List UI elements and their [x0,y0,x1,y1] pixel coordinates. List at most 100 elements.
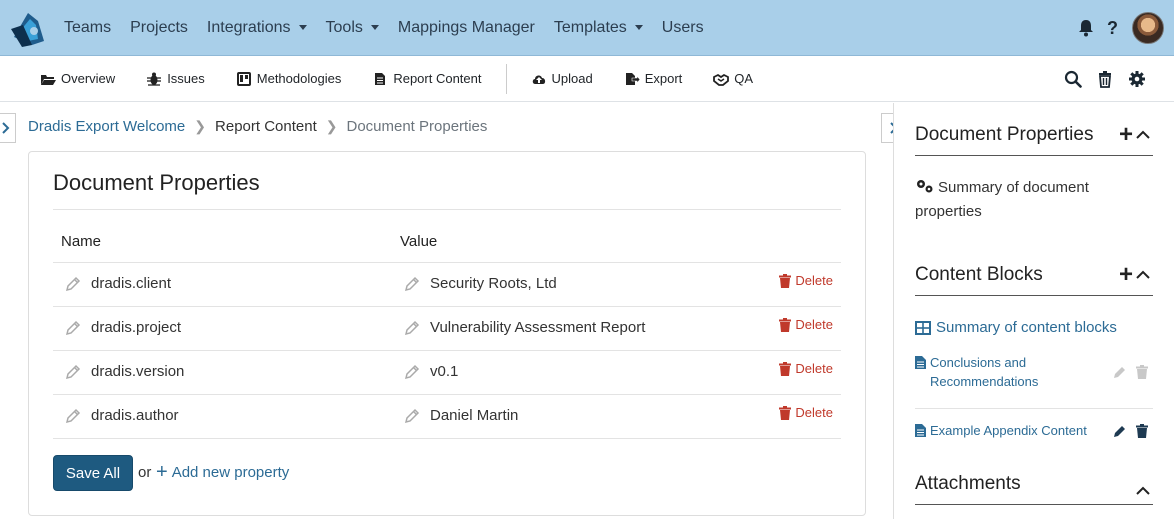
content-block-item: Conclusions and Recommendations [915,353,1153,391]
toolbar-item-label: Export [644,71,683,86]
breadcrumb-separator-icon: ❯ [325,118,338,134]
search-icon[interactable] [1064,70,1082,88]
nav-item-label: Integrations [206,18,291,36]
toolbar-item-label: Overview [61,71,116,86]
nav-item-mappings-manager[interactable]: Mappings Manager [398,19,535,37]
property-value: v0.1 [430,363,459,380]
property-value: Daniel Martin [430,407,519,424]
plus-icon: + [156,461,168,483]
folder-open-icon [41,74,56,85]
nav-item-integrations[interactable]: Integrations [207,19,307,37]
delete-property-button[interactable]: Delete [779,405,833,420]
property-name-cell[interactable]: dradis.author [65,407,179,424]
nav-item-teams[interactable]: Teams [64,19,111,37]
avatar[interactable] [1132,12,1164,44]
sidebar-doc-props-title: Document Properties [915,124,1094,145]
pencil-icon[interactable] [404,408,420,424]
toolbar-overview-link[interactable]: Overview [40,71,115,86]
add-property-link[interactable]: + Add new property [156,462,289,482]
table-row: dradis.author Daniel Martin Delete [53,394,841,438]
nav-item-templates[interactable]: Templates [554,19,643,37]
toolbar-methodologies-link[interactable]: Methodologies [236,71,341,86]
property-value-cell[interactable]: Vulnerability Assessment Report [404,319,645,336]
content-block-link[interactable]: Conclusions and Recommendations [915,353,1065,391]
bell-icon[interactable] [1077,19,1095,37]
property-value: Security Roots, Ltd [430,275,557,292]
pencil-icon[interactable] [65,364,81,380]
column-header-name: Name [61,233,102,250]
breadcrumb-root-link[interactable]: Dradis Export Welcome [28,118,185,135]
toolbar-report-content-link[interactable]: Report Content [372,71,482,86]
right-sidebar: Document Properties + Summary of documen… [893,103,1174,519]
nav-item-users[interactable]: Users [662,19,704,37]
pencil-icon[interactable] [65,320,81,336]
property-value-cell[interactable]: v0.1 [404,363,458,380]
pencil-icon[interactable] [404,364,420,380]
doc-props-summary-label: Summary of document properties [915,179,1089,220]
property-name-cell[interactable]: dradis.project [65,319,181,336]
left-panel-toggle[interactable] [0,113,16,143]
pencil-icon[interactable] [65,408,81,424]
toolbar-item-label: Upload [551,71,593,86]
content-block-link[interactable]: Example Appendix Content [915,421,1115,440]
toolbar-qa-link[interactable]: QA [713,71,753,86]
delete-property-button[interactable]: Delete [779,317,833,332]
trash-icon[interactable] [1135,365,1149,379]
breadcrumb-separator-icon: ❯ [194,118,207,134]
property-value-cell[interactable]: Security Roots, Ltd [404,275,557,292]
project-toolbar: Overview Issues Methodologies Report Conten… [0,56,1174,102]
help-icon[interactable]: ? [1107,18,1118,39]
toolbar-upload-link[interactable]: Upload [531,71,593,86]
doc-props-summary-link[interactable]: Summary of document properties [915,176,1115,224]
property-value-cell[interactable]: Daniel Martin [404,407,518,424]
document-properties-card: Document Properties Name Value dradis.cl… [28,151,866,516]
nav-item-label: Users [661,18,704,36]
toolbar-item-label: Report Content [393,71,482,86]
caret-down-icon [370,25,379,30]
property-name-cell[interactable]: dradis.client [65,275,171,292]
content-blocks-summary-label: Summary of content blocks [936,319,1117,336]
toolbar-issues-link[interactable]: Issues [146,71,205,86]
trash-icon[interactable] [1096,70,1114,88]
delete-label: Delete [795,361,833,376]
pencil-icon[interactable] [1113,424,1127,438]
table-bottom-border [53,438,841,439]
breadcrumb-report-content-link[interactable]: Report Content [215,118,317,135]
sidebar-content-blocks-header: Content Blocks + [915,256,1153,296]
trash-icon [779,317,792,332]
gear-icon[interactable] [1128,70,1146,88]
save-all-button[interactable]: Save All [53,455,133,491]
board-icon [236,71,251,86]
pencil-icon[interactable] [65,276,81,292]
sidebar-attachments-header: Attachments [915,465,1153,505]
delete-property-button[interactable]: Delete [779,273,833,288]
pencil-icon[interactable] [1113,365,1127,379]
pencil-icon[interactable] [404,276,420,292]
nav-item-label: Templates [553,18,627,36]
chevron-up-icon[interactable] [1136,486,1150,496]
export-icon [625,72,640,85]
top-navbar: Teams Projects Integrations Tools Mappings M… [0,0,1174,56]
property-name: dradis.version [91,363,185,380]
trash-icon [779,405,792,420]
toolbar-export-link[interactable]: Export [624,71,683,86]
nav-item-tools[interactable]: Tools [326,19,379,37]
dradis-logo[interactable] [8,7,50,49]
pencil-icon[interactable] [404,320,420,336]
content-blocks-summary-link[interactable]: Summary of content blocks [915,319,1117,336]
table-row: dradis.version v0.1 Delete [53,350,841,394]
add-content-block-icon[interactable]: + [1119,263,1133,287]
nav-item-label: Tools [325,18,363,36]
add-doc-prop-icon[interactable]: + [1119,123,1133,147]
chevron-up-icon[interactable] [1136,130,1150,140]
nav-item-projects[interactable]: Projects [130,19,188,37]
property-name-cell[interactable]: dradis.version [65,363,184,380]
sidebar-content-blocks-title: Content Blocks [915,264,1043,285]
caret-down-icon [634,25,643,30]
chevron-up-icon[interactable] [1136,270,1150,280]
content-block-item: Example Appendix Content [915,421,1153,440]
page-title: Document Properties [53,170,260,195]
trash-icon[interactable] [1135,424,1149,438]
delete-property-button[interactable]: Delete [779,361,833,376]
file-icon [375,72,386,85]
